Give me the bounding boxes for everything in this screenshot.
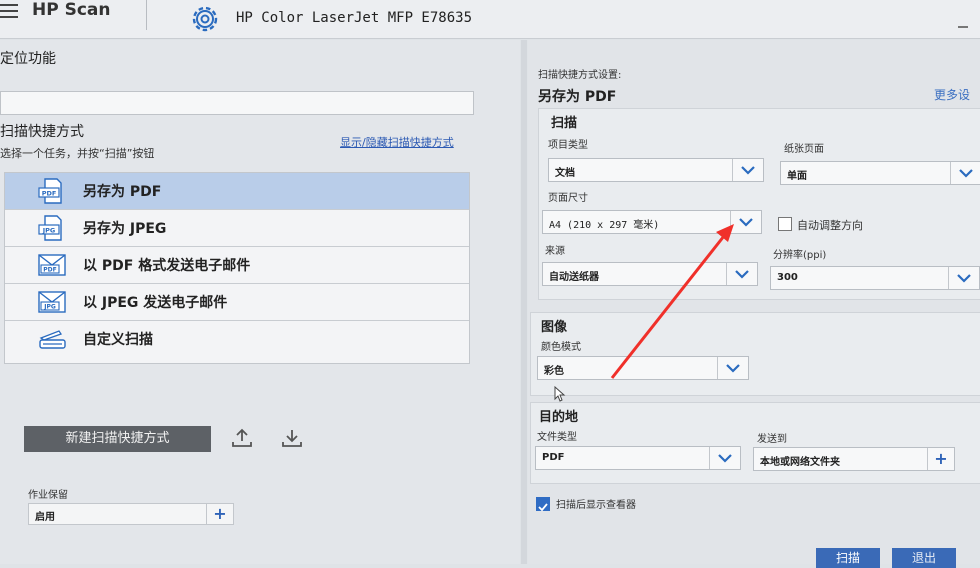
show-viewer-checkbox[interactable] bbox=[536, 497, 550, 512]
page-size-select[interactable]: A4 (210 x 297 毫米) bbox=[542, 210, 762, 234]
shortcut-email-pdf[interactable]: PDF 以 PDF 格式发送电子邮件 bbox=[5, 247, 469, 284]
locate-heading: 定位功能 bbox=[0, 51, 56, 67]
shortcut-save-jpeg[interactable]: JPG 另存为 JPEG bbox=[5, 210, 469, 247]
image-section bbox=[530, 312, 980, 396]
shortcuts-instructions: 选择一个任务，并按“扫描”按钮 bbox=[0, 147, 155, 160]
shortcut-email-jpeg[interactable]: JPG 以 JPEG 发送电子邮件 bbox=[5, 284, 469, 321]
send-to-label: 发送到 bbox=[757, 434, 787, 445]
pdf-tag: PDF bbox=[43, 267, 56, 274]
title-divider bbox=[146, 0, 147, 30]
show-viewer-label: 扫描后显示查看器 bbox=[556, 500, 636, 511]
pdf-file-icon: PDF bbox=[38, 178, 62, 204]
destination-section-title: 目的地 bbox=[539, 410, 579, 425]
jpg-file-icon: JPG bbox=[38, 215, 62, 241]
shortcut-label: 自定义扫描 bbox=[83, 332, 153, 348]
app-name: HP Scan bbox=[32, 0, 111, 20]
shortcut-label: 以 JPEG 发送电子邮件 bbox=[83, 295, 228, 311]
shortcut-save-pdf[interactable]: PDF 另存为 PDF bbox=[5, 173, 469, 210]
paper-side-value: 单面 bbox=[787, 171, 807, 182]
checkmark-icon bbox=[538, 503, 548, 512]
item-type-select[interactable]: 文档 bbox=[548, 158, 764, 182]
toggle-shortcuts-link[interactable]: 显示/隐藏扫描快捷方式 bbox=[340, 134, 454, 150]
shortcut-label: 以 PDF 格式发送电子邮件 bbox=[83, 258, 251, 274]
source-label: 来源 bbox=[545, 246, 565, 257]
item-type-value: 文档 bbox=[555, 168, 575, 179]
page-size-value: A4 (210 x 297 毫米) bbox=[549, 220, 660, 231]
auto-orient-label: 自动调整方向 bbox=[797, 219, 863, 232]
item-type-label: 项目类型 bbox=[548, 140, 588, 151]
scan-button[interactable]: 扫描 bbox=[816, 548, 880, 568]
jpg-tag: JPG bbox=[42, 227, 56, 235]
color-mode-value: 彩色 bbox=[544, 366, 564, 377]
pdf-email-icon: PDF bbox=[38, 254, 66, 276]
shortcut-label: 另存为 PDF bbox=[83, 184, 162, 200]
shortcuts-heading: 扫描快捷方式 bbox=[0, 124, 84, 140]
chevron-down-icon[interactable] bbox=[950, 162, 980, 184]
menu-icon[interactable] bbox=[0, 4, 18, 18]
chevron-down-icon[interactable] bbox=[948, 267, 979, 289]
chevron-down-icon[interactable] bbox=[717, 357, 748, 379]
plus-icon[interactable]: + bbox=[206, 504, 233, 524]
locate-search-input[interactable] bbox=[0, 91, 474, 115]
upload-icon[interactable] bbox=[230, 426, 254, 450]
send-to-select[interactable]: 本地或网络文件夹 + bbox=[753, 447, 955, 471]
source-select[interactable]: 自动送纸器 bbox=[542, 262, 758, 286]
gear-icon[interactable] bbox=[188, 2, 222, 36]
shortcut-custom-scan[interactable]: 自定义扫描 bbox=[5, 321, 469, 357]
paper-side-label: 纸张页面 bbox=[784, 144, 824, 155]
shortcut-label: 另存为 JPEG bbox=[83, 221, 167, 237]
scan-section-title: 扫描 bbox=[551, 116, 578, 131]
file-type-value: PDF bbox=[542, 452, 565, 463]
send-to-value: 本地或网络文件夹 bbox=[760, 457, 840, 468]
file-type-select[interactable]: PDF bbox=[535, 446, 741, 470]
settings-label: 扫描快捷方式设置: bbox=[538, 70, 622, 81]
new-shortcut-button[interactable]: 新建扫描快捷方式 bbox=[24, 426, 211, 452]
chevron-down-icon[interactable] bbox=[730, 211, 761, 233]
settings-shortcut-name: 另存为 PDF bbox=[538, 89, 617, 105]
jpg-tag: JPG bbox=[43, 304, 56, 311]
resolution-select[interactable]: 300 bbox=[770, 266, 980, 290]
paper-side-select[interactable]: 单面 bbox=[780, 161, 980, 185]
shortcut-list: PDF 另存为 PDF JPG 另存为 JPEG PDF 以 PDF 格式发送电… bbox=[4, 172, 470, 364]
page-size-label: 页面尺寸 bbox=[548, 193, 588, 204]
mouse-cursor-icon bbox=[554, 386, 566, 402]
color-mode-select[interactable]: 彩色 bbox=[537, 356, 749, 380]
chevron-down-icon[interactable] bbox=[726, 263, 757, 285]
job-storage-value: 启用 bbox=[35, 512, 55, 523]
job-storage-select[interactable]: 启用 + bbox=[28, 503, 234, 525]
minimize-button[interactable] bbox=[958, 26, 968, 28]
auto-orient-checkbox[interactable] bbox=[778, 217, 792, 231]
exit-button[interactable]: 退出 bbox=[892, 548, 956, 568]
scanner-icon bbox=[39, 330, 66, 349]
job-storage-label: 作业保留 bbox=[28, 490, 68, 501]
file-type-label: 文件类型 bbox=[537, 432, 577, 443]
destination-section bbox=[530, 402, 980, 484]
pdf-tag: PDF bbox=[42, 190, 57, 198]
jpg-email-icon: JPG bbox=[38, 291, 66, 313]
pane-divider[interactable] bbox=[521, 40, 527, 564]
printer-name: HP Color LaserJet MFP E78635 bbox=[236, 10, 473, 26]
download-icon[interactable] bbox=[280, 426, 304, 450]
image-section-title: 图像 bbox=[541, 320, 568, 335]
color-mode-label: 颜色模式 bbox=[541, 342, 581, 353]
chevron-down-icon[interactable] bbox=[709, 447, 740, 469]
chevron-down-icon[interactable] bbox=[732, 159, 763, 181]
title-bar: HP Scan HP Color LaserJet MFP E78635 bbox=[0, 0, 980, 39]
resolution-value: 300 bbox=[777, 272, 798, 283]
more-settings-link[interactable]: 更多设 bbox=[934, 86, 970, 103]
source-value: 自动送纸器 bbox=[549, 272, 599, 283]
resolution-label: 分辨率(ppi) bbox=[773, 250, 827, 261]
plus-icon[interactable]: + bbox=[927, 448, 954, 470]
